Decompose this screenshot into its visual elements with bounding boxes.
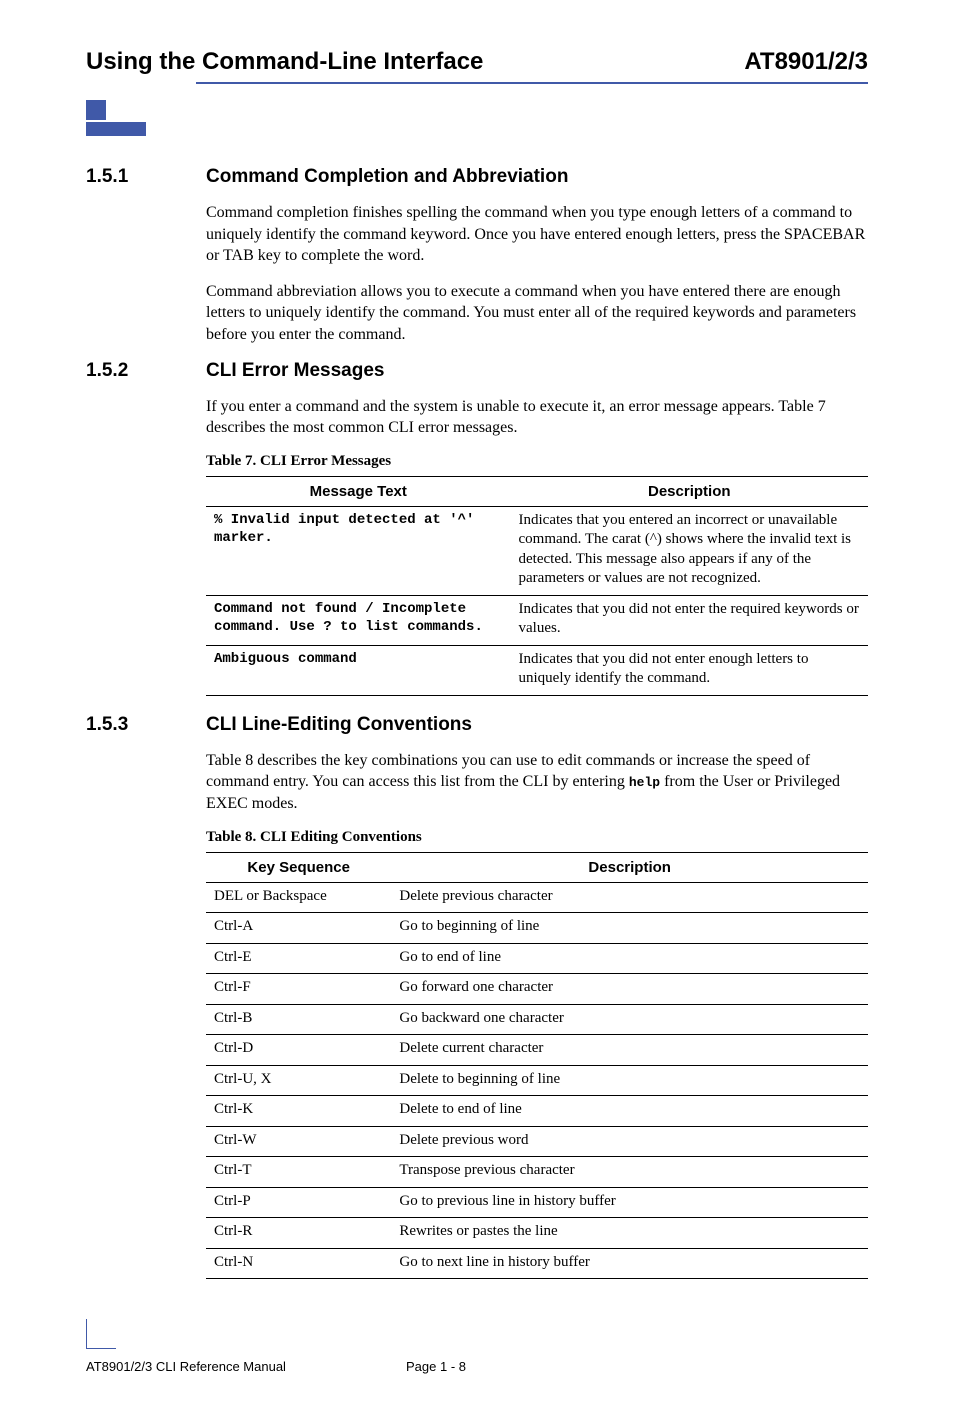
- cell-key-sequence: Ctrl-B: [206, 1004, 391, 1035]
- table-header: Description: [511, 476, 868, 506]
- section-title: CLI Error Messages: [206, 360, 384, 382]
- footer-corner-icon: [86, 1319, 116, 1349]
- table-caption: Table 7. CLI Error Messages: [206, 453, 868, 470]
- header-right: AT8901/2/3: [744, 48, 868, 76]
- cell-description: Indicates that you did not enter the req…: [511, 595, 868, 645]
- cell-key-sequence: Ctrl-R: [206, 1218, 391, 1249]
- footer-page: Page 1 - 8: [406, 1359, 466, 1374]
- table-row: Ctrl-WDelete previous word: [206, 1126, 868, 1157]
- cell-description: Delete to end of line: [391, 1096, 868, 1127]
- cell-key-sequence: Ctrl-F: [206, 974, 391, 1005]
- cell-key-sequence: Ctrl-T: [206, 1157, 391, 1188]
- section-title: CLI Line-Editing Conventions: [206, 714, 472, 736]
- table-row: Ctrl-DDelete current character: [206, 1035, 868, 1066]
- table-row: Ctrl-TTranspose previous character: [206, 1157, 868, 1188]
- header-left: Using the Command-Line Interface: [86, 48, 483, 76]
- cell-description: Go backward one character: [391, 1004, 868, 1035]
- cell-key-sequence: DEL or Backspace: [206, 882, 391, 913]
- cell-description: Delete current character: [391, 1035, 868, 1066]
- cell-key-sequence: Ctrl-N: [206, 1248, 391, 1279]
- cell-description: Indicates that you did not enter enough …: [511, 645, 868, 695]
- table-row: Ctrl-FGo forward one character: [206, 974, 868, 1005]
- cell-description: Go to beginning of line: [391, 913, 868, 944]
- cell-description: Go forward one character: [391, 974, 868, 1005]
- table-row: Ctrl-AGo to beginning of line: [206, 913, 868, 944]
- cell-message: % Invalid input detected at '^' marker.: [206, 506, 511, 595]
- table-row: Ambiguous command Indicates that you did…: [206, 645, 868, 695]
- cell-key-sequence: Ctrl-W: [206, 1126, 391, 1157]
- table-header: Message Text: [206, 476, 511, 506]
- footer-title: AT8901/2/3 CLI Reference Manual: [86, 1359, 406, 1374]
- paragraph: If you enter a command and the system is…: [206, 396, 868, 439]
- cell-key-sequence: Ctrl-U, X: [206, 1065, 391, 1096]
- section-number: 1.5.2: [86, 360, 206, 382]
- table-row: % Invalid input detected at '^' marker. …: [206, 506, 868, 595]
- paragraph: Command completion finishes spelling the…: [206, 202, 868, 267]
- header-divider: [196, 82, 868, 84]
- table-row: Command not found / Incomplete command. …: [206, 595, 868, 645]
- cell-description: Delete previous word: [391, 1126, 868, 1157]
- table-row: DEL or BackspaceDelete previous characte…: [206, 882, 868, 913]
- section-heading-1-5-3: 1.5.3 CLI Line-Editing Conventions: [86, 714, 868, 736]
- section-title: Command Completion and Abbreviation: [206, 166, 568, 188]
- cell-description: Delete previous character: [391, 882, 868, 913]
- cell-description: Delete to beginning of line: [391, 1065, 868, 1096]
- cell-description: Rewrites or pastes the line: [391, 1218, 868, 1249]
- inline-code: help: [629, 775, 660, 790]
- section-heading-1-5-1: 1.5.1 Command Completion and Abbreviatio…: [86, 166, 868, 188]
- page-header: Using the Command-Line Interface AT8901/…: [86, 48, 868, 76]
- page-footer: AT8901/2/3 CLI Reference Manual Page 1 -…: [86, 1359, 868, 1374]
- section-number: 1.5.3: [86, 714, 206, 736]
- cell-key-sequence: Ctrl-D: [206, 1035, 391, 1066]
- table-caption: Table 8. CLI Editing Conventions: [206, 829, 868, 846]
- table-row: Ctrl-PGo to previous line in history buf…: [206, 1187, 868, 1218]
- cell-key-sequence: Ctrl-P: [206, 1187, 391, 1218]
- paragraph: Table 8 describes the key combinations y…: [206, 750, 868, 815]
- cell-key-sequence: Ctrl-E: [206, 943, 391, 974]
- table-header: Description: [391, 852, 868, 882]
- paragraph: Command abbreviation allows you to execu…: [206, 281, 868, 346]
- table-error-messages: Message Text Description % Invalid input…: [206, 476, 868, 696]
- table-row: Ctrl-RRewrites or pastes the line: [206, 1218, 868, 1249]
- cell-description: Indicates that you entered an incorrect …: [511, 506, 868, 595]
- cell-key-sequence: Ctrl-K: [206, 1096, 391, 1127]
- cell-message: Command not found / Incomplete command. …: [206, 595, 511, 645]
- table-row: Ctrl-KDelete to end of line: [206, 1096, 868, 1127]
- section-number: 1.5.1: [86, 166, 206, 188]
- table-header: Key Sequence: [206, 852, 391, 882]
- section-heading-1-5-2: 1.5.2 CLI Error Messages: [86, 360, 868, 382]
- table-editing-conventions: Key Sequence Description DEL or Backspac…: [206, 852, 868, 1280]
- brand-logo-icon: [86, 100, 146, 136]
- table-row: Ctrl-EGo to end of line: [206, 943, 868, 974]
- cell-message: Ambiguous command: [206, 645, 511, 695]
- cell-description: Go to previous line in history buffer: [391, 1187, 868, 1218]
- cell-description: Go to end of line: [391, 943, 868, 974]
- table-row: Ctrl-NGo to next line in history buffer: [206, 1248, 868, 1279]
- cell-description: Transpose previous character: [391, 1157, 868, 1188]
- cell-description: Go to next line in history buffer: [391, 1248, 868, 1279]
- cell-key-sequence: Ctrl-A: [206, 913, 391, 944]
- table-row: Ctrl-BGo backward one character: [206, 1004, 868, 1035]
- table-row: Ctrl-U, XDelete to beginning of line: [206, 1065, 868, 1096]
